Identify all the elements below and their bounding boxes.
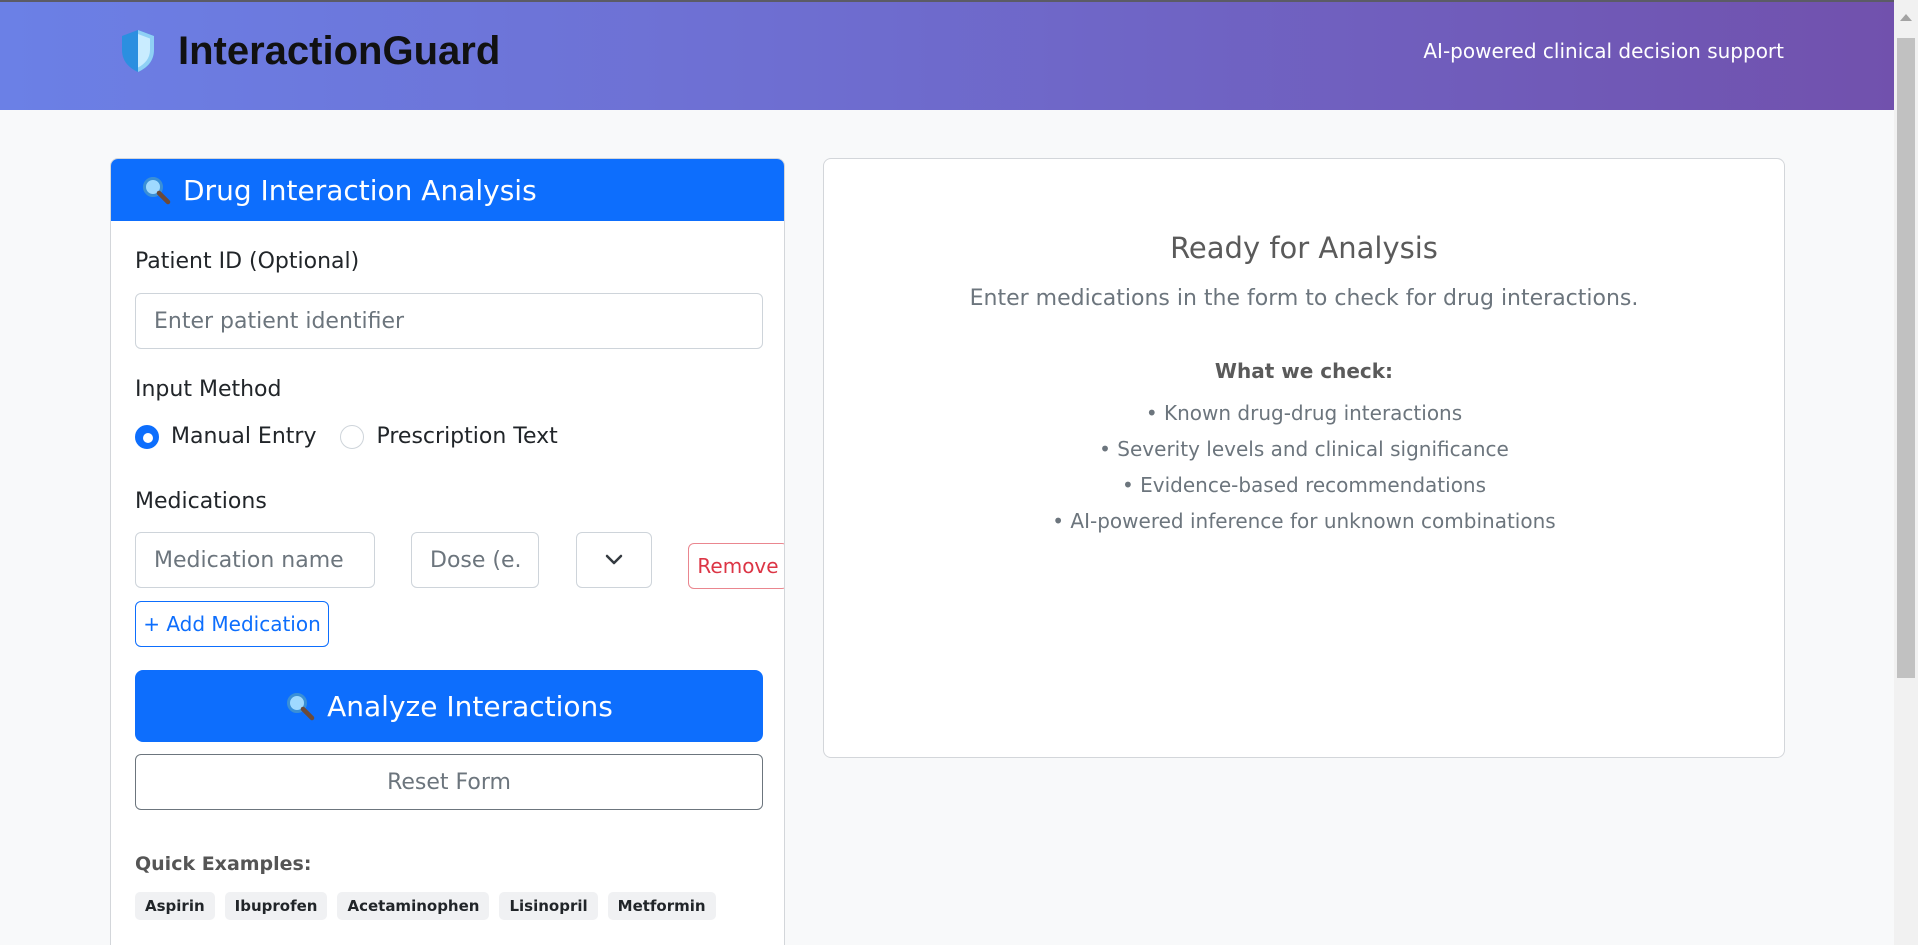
vertical-scrollbar[interactable] [1894, 0, 1918, 945]
example-chip-ibuprofen[interactable]: Ibuprofen [224, 892, 328, 920]
example-chip-aspirin[interactable]: Aspirin [135, 892, 215, 920]
magnifier-icon [143, 177, 171, 205]
shield-icon [122, 30, 154, 72]
form-card-header: Drug Interaction Analysis [111, 159, 784, 221]
checks-heading: What we check: [1214, 359, 1394, 383]
prescription-text-radio[interactable] [340, 424, 365, 449]
example-chip-acetaminophen[interactable]: Acetaminophen [337, 892, 490, 920]
app-header: InteractionGuard AI-powered clinical dec… [0, 2, 1894, 110]
scroll-up-arrow-icon[interactable] [1894, 0, 1918, 34]
quick-examples-list: Aspirin Ibuprofen Acetaminophen Lisinopr… [135, 892, 726, 920]
reset-form-button[interactable]: Reset Form [135, 754, 763, 810]
scrollbar-thumb[interactable] [1897, 38, 1915, 678]
medications-label: Medications [135, 489, 267, 514]
example-chip-metformin[interactable]: Metformin [607, 892, 716, 920]
input-method-radio-group: Manual Entry Prescription Text [135, 424, 582, 449]
quick-examples-label: Quick Examples: [135, 853, 312, 875]
prescription-text-label[interactable]: Prescription Text [376, 424, 557, 449]
check-item: • Known drug-drug interactions [1145, 401, 1463, 425]
results-title: Ready for Analysis [1170, 231, 1438, 265]
input-method-label: Input Method [135, 377, 282, 402]
chevron-down-icon [605, 554, 623, 565]
remove-medication-button[interactable]: Remove [688, 543, 784, 589]
results-subtitle: Enter medications in the form to check f… [969, 286, 1639, 311]
patient-id-input[interactable] [135, 293, 763, 349]
results-card: Ready for Analysis Enter medications in … [823, 158, 1785, 758]
page: InteractionGuard AI-powered clinical dec… [0, 0, 1918, 945]
medication-name-input[interactable] [135, 532, 375, 588]
magnifier-icon [287, 693, 315, 721]
analysis-form-card: Drug Interaction Analysis Patient ID (Op… [110, 158, 785, 945]
analyze-button-label: Analyze Interactions [327, 689, 613, 723]
check-item: • AI-powered inference for unknown combi… [1052, 509, 1556, 533]
app-name: InteractionGuard [178, 29, 501, 73]
frequency-select[interactable] [576, 532, 652, 588]
check-item: • Evidence-based recommendations [1121, 473, 1487, 497]
brand[interactable]: InteractionGuard [118, 26, 500, 76]
patient-id-label: Patient ID (Optional) [135, 249, 360, 274]
add-medication-button[interactable]: + Add Medication [135, 601, 329, 647]
dose-input[interactable] [411, 532, 539, 588]
manual-entry-label[interactable]: Manual Entry [171, 424, 316, 449]
tagline: AI-powered clinical decision support [1423, 39, 1784, 63]
check-item: • Severity levels and clinical significa… [1099, 437, 1509, 461]
analyze-interactions-button[interactable]: Analyze Interactions [135, 670, 763, 742]
form-title: Drug Interaction Analysis [183, 173, 537, 207]
checks-list: • Known drug-drug interactions • Severit… [824, 395, 1784, 539]
manual-entry-radio[interactable] [135, 424, 159, 449]
example-chip-lisinopril[interactable]: Lisinopril [499, 892, 598, 920]
